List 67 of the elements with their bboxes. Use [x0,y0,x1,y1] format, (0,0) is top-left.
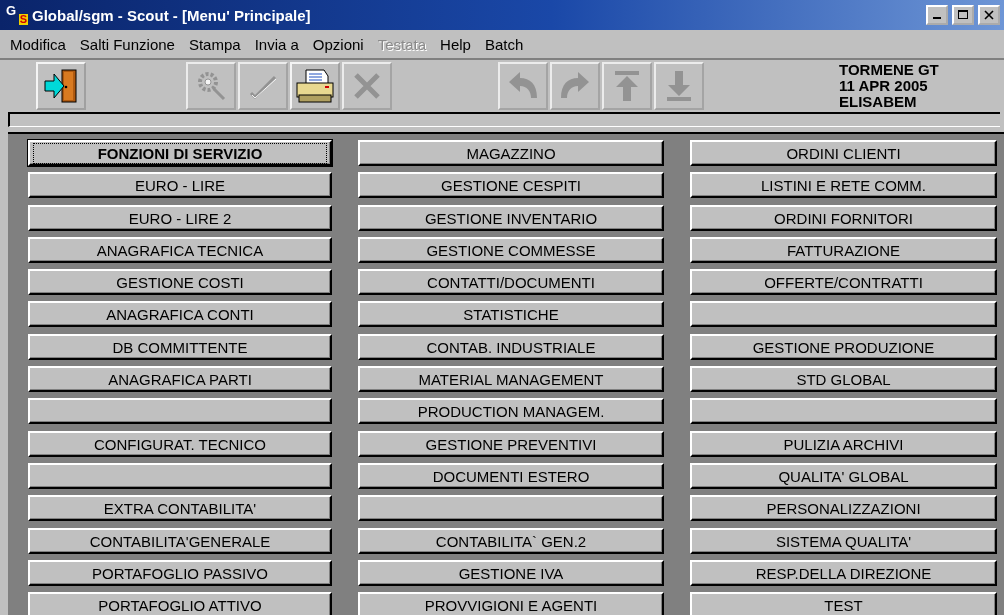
menu-button[interactable]: FONZIONI DI SERVIZIO [28,140,332,166]
menu-button[interactable]: TEST [690,592,997,615]
menu-button[interactable]: ANAGRAFICA CONTI [28,301,332,328]
menu-button[interactable]: DB COMMITTENTE [28,333,332,360]
menu-item[interactable]: Stampa [188,35,241,53]
menu-item[interactable]: Batch [484,35,524,53]
menu-button[interactable]: PORTAFOGLIO PASSIVO [28,559,332,586]
menu-button[interactable]: CONTATTI/DOCUMENTI [358,269,664,296]
menu-button[interactable]: PERSONALIZZAZIONI [690,495,997,522]
menu-button[interactable]: MATERIAL MANAGEMENT [358,366,664,393]
menu-button[interactable] [690,398,997,425]
toolbar-button[interactable] [36,62,86,110]
menu-button[interactable]: GESTIONE PREVENTIVI [358,430,664,457]
menu-item[interactable]: Modifica [10,35,66,53]
menu-button[interactable]: FATTURAZIONE [690,236,997,263]
menu-button[interactable]: QUALITA' GLOBAL [690,462,997,489]
menu-button[interactable]: GESTIONE INVENTARIO [358,204,664,231]
info-text: ELISABEM [839,94,918,110]
menu-button[interactable]: PULIZIA ARCHIVI [690,430,997,457]
menu-button[interactable]: GESTIONE COMMESSE [358,236,664,263]
menu-button[interactable]: SISTEMA QUALITA' [690,527,997,554]
info-text: TORMENE GT [839,62,940,78]
maximize-button[interactable] [952,5,974,25]
window-title: Global/sgm - Scout - [Menu' Principale] [32,6,312,24]
menu-button[interactable]: OFFERTE/CONTRATTI [690,269,997,296]
menu-button[interactable]: CONTAB. INDUSTRIALE [358,333,664,360]
menu-button[interactable]: ANAGRAFICA PARTI [28,366,332,393]
menu-item[interactable]: Salti Funzione [79,35,175,53]
menu-button[interactable] [28,398,332,425]
menu-button[interactable]: STD GLOBAL [690,366,997,393]
menu-button[interactable] [358,495,664,522]
menu-button[interactable]: ANAGRAFICA TECNICA [28,236,332,263]
menu-button[interactable]: GESTIONE IVA [358,559,664,586]
menu-button[interactable]: CONTABILITA'GENERALE [28,527,332,554]
menu-button[interactable]: RESP.DELLA DIREZIONE [690,559,997,586]
menu-button[interactable]: MAGAZZINO [358,140,664,166]
menu-item[interactable]: Invia a [254,35,299,53]
minimize-button[interactable] [926,5,948,25]
close-button[interactable] [978,5,1000,25]
maximize-icon [958,10,968,20]
printer-icon [294,67,336,105]
menu-button[interactable]: LISTINI E RETE COMM. [690,172,997,199]
menu-button[interactable]: EURO - LIRE 2 [28,204,332,231]
menu-button[interactable]: PRODUCTION MANAGEM. [358,398,664,425]
menu-item[interactable]: Help [440,35,471,53]
toolbar-button[interactable] [290,62,340,110]
menu-button[interactable]: EURO - LIRE [28,172,332,199]
menu-button[interactable]: GESTIONE COSTI [28,269,332,296]
menu-button[interactable]: CONTABILITA` GEN.2 [358,527,664,554]
close-icon [984,10,994,20]
menu-button[interactable]: CONFIGURAT. TECNICO [28,430,332,457]
menu-button[interactable]: GESTIONE PRODUZIONE [690,333,997,360]
menu-button[interactable]: DOCUMENTI ESTERO [358,462,664,489]
menu-button[interactable] [690,301,997,328]
minimize-icon [933,17,941,19]
menu-item[interactable]: Opzioni [312,35,364,53]
info-text: 11 APR 2005 [839,78,929,94]
menu-button[interactable]: EXTRA CONTABILITA' [28,495,332,522]
app-logo: G S [6,5,28,25]
menu-button[interactable] [28,462,332,489]
menu-button[interactable]: PORTAFOGLIO ATTIVO [28,592,332,615]
menu-button[interactable]: ORDINI CLIENTI [690,140,997,166]
door-arrow-icon [42,67,80,105]
menu-button[interactable]: PROVVIGIONI E AGENTI [358,592,664,615]
menu-button[interactable]: STATISTICHE [358,301,664,328]
menu-button[interactable]: ORDINI FORNITORI [690,204,997,231]
menu-button[interactable]: GESTIONE CESPITI [358,172,664,199]
